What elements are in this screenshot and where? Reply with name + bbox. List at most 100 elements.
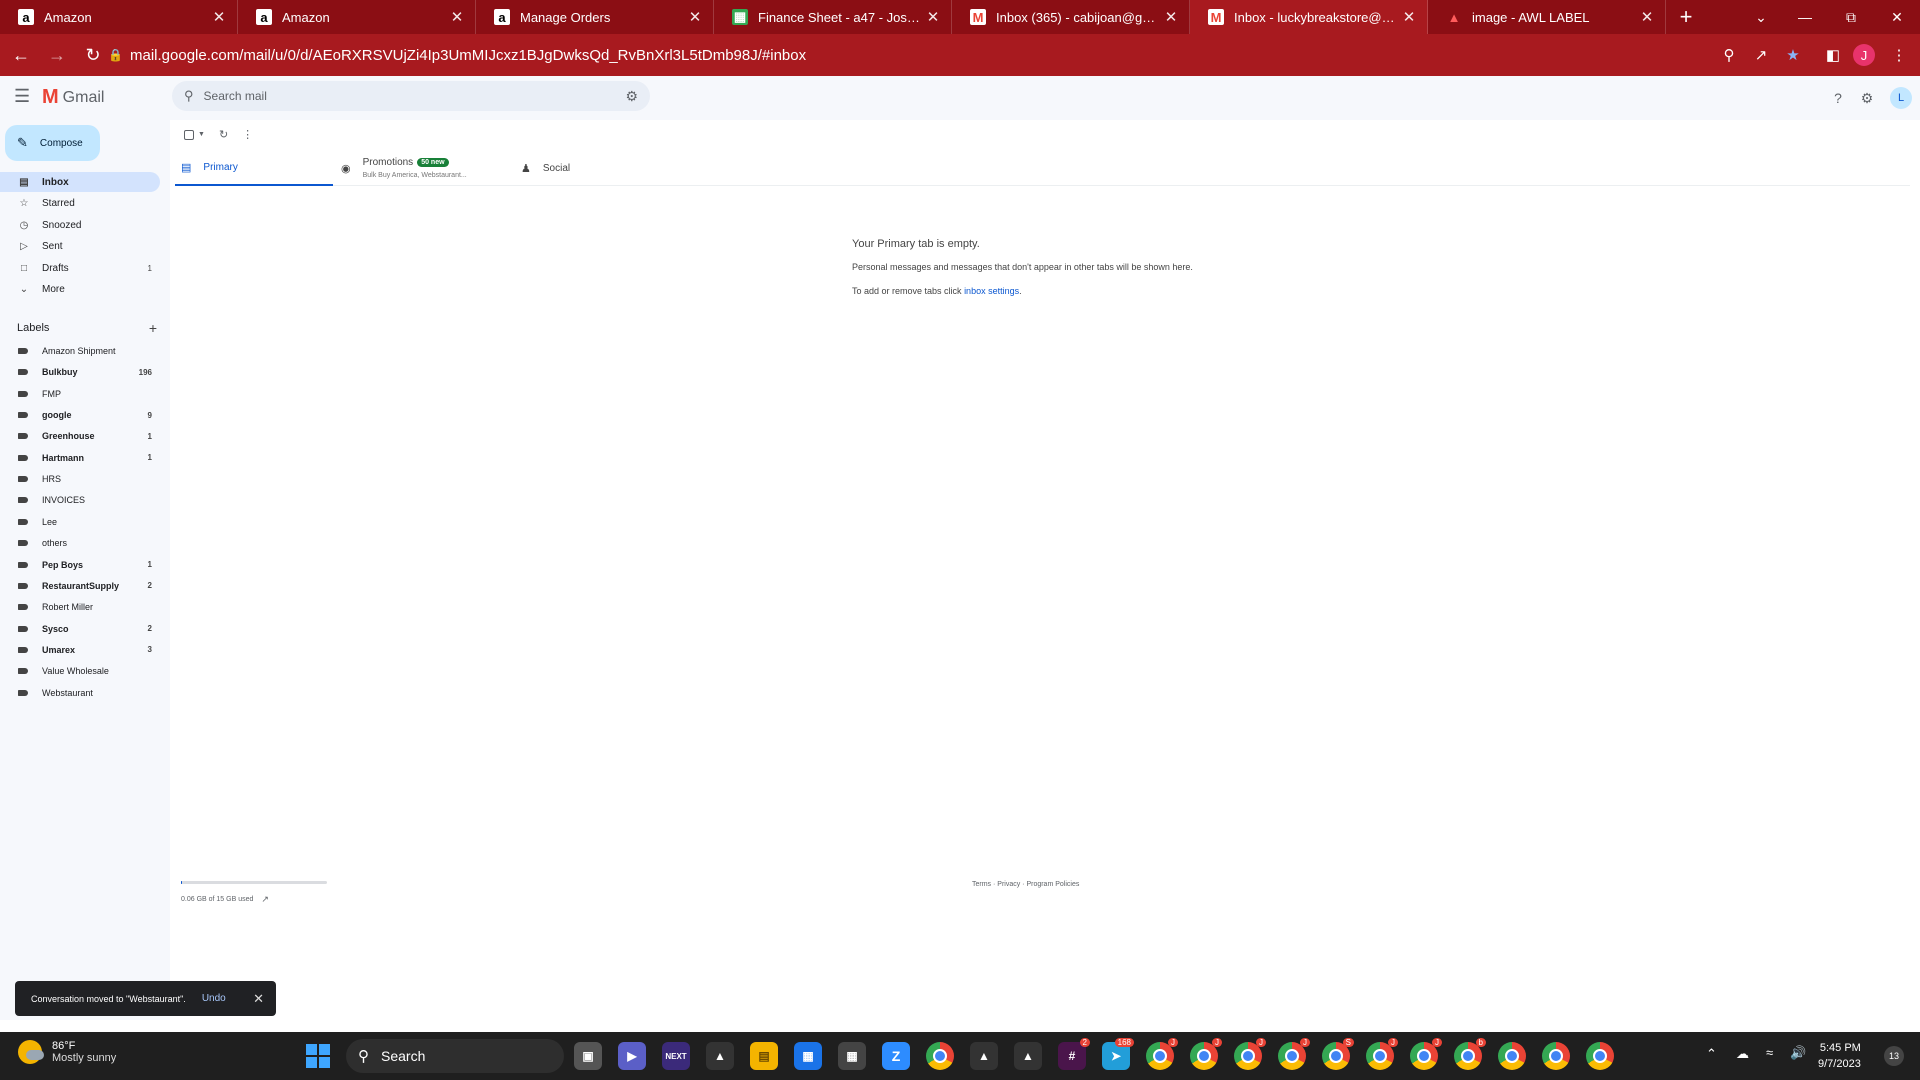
- chrome-icon[interactable]: [1542, 1042, 1570, 1070]
- label-item[interactable]: google 9: [0, 405, 160, 425]
- label-item[interactable]: Amazon Shipment: [0, 341, 160, 361]
- zoom-icon[interactable]: Z: [882, 1042, 910, 1070]
- chrome-icon[interactable]: b: [1454, 1038, 1486, 1070]
- label-item[interactable]: Hartmann 1: [0, 448, 160, 468]
- close-tab-icon[interactable]: ✕: [687, 8, 703, 26]
- search-options-icon[interactable]: ⚙: [625, 88, 638, 105]
- label-item[interactable]: Pep Boys 1: [0, 555, 160, 575]
- chrome-icon[interactable]: [926, 1042, 954, 1070]
- select-all-checkbox[interactable]: ▼: [184, 129, 205, 140]
- app-icon[interactable]: ▲: [970, 1042, 998, 1070]
- system-clock[interactable]: 5:45 PM 9/7/2023: [1818, 1040, 1861, 1072]
- create-label-button[interactable]: +: [149, 320, 157, 336]
- app-icon[interactable]: ▲: [1014, 1042, 1042, 1070]
- close-tab-icon[interactable]: ✕: [1639, 8, 1655, 26]
- close-tab-icon[interactable]: ✕: [449, 8, 465, 26]
- show-hidden-icons[interactable]: ⌃: [1706, 1046, 1717, 1062]
- account-avatar[interactable]: L: [1890, 87, 1912, 109]
- meet-icon[interactable]: ▶: [618, 1042, 646, 1070]
- browser-tab[interactable]: a Amazon ✕: [0, 0, 238, 34]
- app-icon[interactable]: ▲: [706, 1042, 734, 1070]
- inbox-settings-link[interactable]: inbox settings: [964, 286, 1019, 296]
- chrome-icon[interactable]: J: [1234, 1038, 1266, 1070]
- label-item[interactable]: RestaurantSupply 2: [0, 576, 160, 596]
- label-item[interactable]: Greenhouse 1: [0, 426, 160, 446]
- close-icon[interactable]: ✕: [253, 991, 264, 1007]
- onedrive-icon[interactable]: ☁: [1736, 1046, 1749, 1062]
- notification-badge[interactable]: 13: [1884, 1046, 1904, 1066]
- close-tab-icon[interactable]: ✕: [211, 8, 227, 26]
- search-box[interactable]: ⚲ Search mail ⚙: [172, 81, 650, 111]
- tab-search-icon[interactable]: ⌄: [1738, 0, 1784, 34]
- telegram-icon[interactable]: ➤ 168: [1102, 1038, 1134, 1070]
- browser-tab[interactable]: M Inbox - luckybreakstore@gmail. ✕: [1190, 0, 1428, 34]
- share-icon[interactable]: ↗: [1748, 42, 1774, 68]
- label-item[interactable]: others: [0, 533, 160, 553]
- task-view-icon[interactable]: ▣: [574, 1042, 602, 1070]
- forward-button[interactable]: →: [42, 40, 72, 70]
- tab-social[interactable]: ♟ Social: [521, 150, 641, 186]
- undo-button[interactable]: Undo: [202, 993, 226, 1004]
- chrome-icon[interactable]: [1498, 1042, 1526, 1070]
- minimize-button[interactable]: —: [1782, 0, 1828, 34]
- main-menu-icon[interactable]: ☰: [14, 86, 30, 107]
- label-item[interactable]: Lee: [0, 512, 160, 532]
- slack-icon[interactable]: #2: [1058, 1038, 1090, 1070]
- browser-tab[interactable]: M Inbox (365) - cabijoan@gmail.co✕: [952, 0, 1190, 34]
- footer-links[interactable]: Terms · Privacy · Program Policies: [972, 881, 1079, 888]
- label-item[interactable]: Webstaurant: [0, 683, 160, 703]
- new-tab-button[interactable]: +: [1666, 0, 1706, 34]
- refresh-icon[interactable]: ↻: [219, 128, 228, 141]
- chrome-icon[interactable]: J: [1366, 1038, 1398, 1070]
- taskbar-search[interactable]: ⚲ Search: [346, 1039, 564, 1073]
- sidebar-item-snoozed[interactable]: ◷ Snoozed: [0, 215, 160, 235]
- chrome-icon[interactable]: J: [1146, 1038, 1178, 1070]
- gmail-logo[interactable]: M Gmail: [42, 86, 104, 109]
- close-tab-icon[interactable]: ✕: [1401, 8, 1417, 26]
- external-link-icon[interactable]: ↗: [261, 894, 269, 905]
- browser-tab[interactable]: a Manage Orders ✕: [476, 0, 714, 34]
- label-item[interactable]: INVOICES: [0, 490, 160, 510]
- browser-tab[interactable]: a Amazon ✕: [238, 0, 476, 34]
- zoom-icon[interactable]: ⚲: [1716, 42, 1742, 68]
- calculator-icon[interactable]: ▦: [838, 1042, 866, 1070]
- file-explorer-icon[interactable]: ▤: [750, 1042, 778, 1070]
- tab-primary[interactable]: ▤ Primary: [175, 150, 333, 186]
- reload-button[interactable]: ↻: [78, 40, 108, 70]
- label-item[interactable]: Value Wholesale: [0, 661, 160, 681]
- sidebar-item-starred[interactable]: ☆ Starred: [0, 194, 160, 214]
- wifi-icon[interactable]: ≈: [1766, 1045, 1773, 1060]
- label-item[interactable]: Umarex 3: [0, 640, 160, 660]
- chrome-icon[interactable]: J: [1190, 1038, 1222, 1070]
- search-icon[interactable]: ⚲: [184, 88, 194, 104]
- chrome-icon[interactable]: [1586, 1042, 1614, 1070]
- chrome-icon[interactable]: J: [1278, 1038, 1310, 1070]
- close-tab-icon[interactable]: ✕: [925, 8, 941, 26]
- window-close-button[interactable]: ✕: [1874, 0, 1920, 34]
- sidebar-item-drafts[interactable]: □ Drafts 1: [0, 258, 160, 278]
- side-panel-icon[interactable]: ◧: [1820, 42, 1846, 68]
- chrome-icon[interactable]: J: [1410, 1038, 1442, 1070]
- tab-promotions[interactable]: ◉ Promotions 50 new Bulk Buy America, We…: [341, 150, 501, 186]
- label-item[interactable]: FMP: [0, 384, 160, 404]
- sidebar-item-sent[interactable]: ▷ Sent: [0, 237, 160, 257]
- chrome-icon[interactable]: S: [1322, 1038, 1354, 1070]
- bookmark-star-icon[interactable]: ★: [1780, 42, 1806, 68]
- volume-icon[interactable]: 🔊: [1790, 1045, 1806, 1061]
- windows-start-icon[interactable]: [306, 1044, 330, 1068]
- settings-gear-icon[interactable]: ⚙: [1856, 87, 1878, 109]
- label-item[interactable]: Sysco 2: [0, 619, 160, 639]
- browser-tab[interactable]: ▦ Finance Sheet - a47 - Joseph Sol✕: [714, 0, 952, 34]
- close-tab-icon[interactable]: ✕: [1163, 8, 1179, 26]
- sidebar-item-more[interactable]: ⌄ More: [0, 280, 160, 300]
- weather-widget[interactable]: 86°F Mostly sunny: [18, 1040, 116, 1064]
- label-item[interactable]: Robert Miller: [0, 597, 160, 617]
- nextiva-icon[interactable]: NEXT: [662, 1042, 690, 1070]
- more-menu-icon[interactable]: ⋮: [1886, 42, 1912, 68]
- compose-button[interactable]: ✎ Compose: [5, 125, 100, 161]
- sidebar-item-inbox[interactable]: ▤ Inbox: [0, 172, 160, 192]
- back-button[interactable]: ←: [6, 40, 36, 70]
- label-item[interactable]: Bulkbuy 196: [0, 362, 160, 382]
- browser-tab[interactable]: ▲ image - AWL LABEL ✕: [1428, 0, 1666, 34]
- profile-avatar[interactable]: J: [1853, 44, 1875, 66]
